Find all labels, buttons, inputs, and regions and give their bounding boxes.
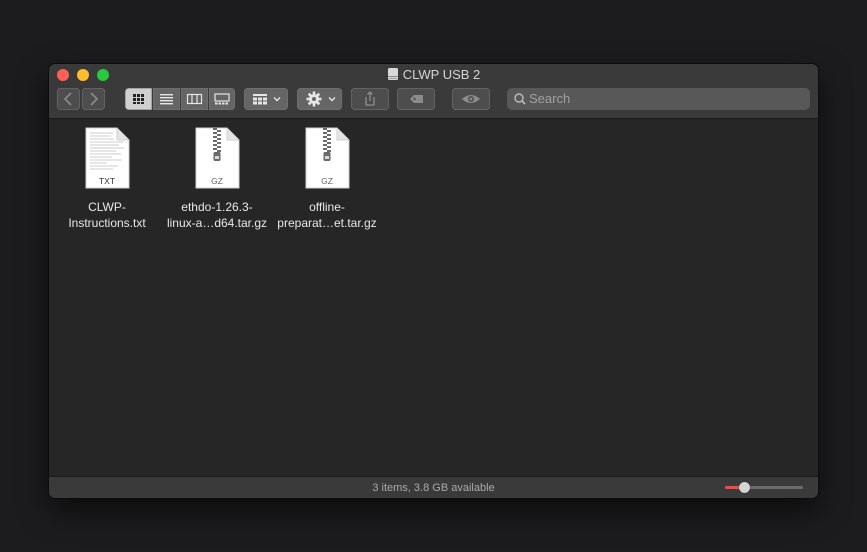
column-view-button[interactable]: [181, 88, 208, 110]
action-button[interactable]: [297, 88, 342, 110]
column-view-icon: [186, 93, 203, 105]
search-field[interactable]: Search: [507, 88, 810, 110]
share-icon: [365, 91, 375, 106]
forward-icon: [90, 92, 99, 106]
file-name: ethdo-1.26.3- linux-a…d64.tar.gz: [166, 200, 268, 230]
group-by-button[interactable]: [244, 88, 288, 110]
quick-look-button[interactable]: [452, 88, 490, 110]
window-title-text: CLWP USB 2: [402, 67, 481, 82]
gallery-view-button[interactable]: [209, 88, 235, 110]
finder-window: CLWP USB 2 Search TXT CLWP- Instructions…: [49, 64, 818, 498]
tag-icon: [410, 95, 423, 103]
file-type-label: TXT: [99, 176, 115, 186]
file-name: CLWP- Instructions.txt: [68, 200, 146, 230]
back-icon: [63, 92, 72, 106]
file-item[interactable]: TXT CLWP- Instructions.txt: [51, 127, 163, 231]
window-title: CLWP USB 2: [49, 67, 818, 83]
search-placeholder: Search: [529, 91, 571, 106]
forward-button[interactable]: [82, 88, 105, 110]
chevron-down-icon: [273, 97, 281, 102]
eye-icon: [462, 95, 480, 103]
group-by-icon: [253, 94, 281, 105]
slider-knob[interactable]: [739, 482, 750, 493]
file-browser-area: TXT CLWP- Instructions.txt GZ ethdo-1.26…: [49, 119, 818, 476]
file-item[interactable]: GZ ethdo-1.26.3- linux-a…d64.tar.gz: [161, 127, 273, 231]
status-text: 3 items, 3.8 GB available: [372, 482, 495, 494]
titlebar: CLWP USB 2 Search: [49, 64, 818, 119]
file-name: offline- preparat…et.tar.gz: [277, 200, 377, 230]
gear-icon: [306, 91, 336, 107]
search-icon: [514, 93, 526, 105]
tags-button[interactable]: [397, 88, 435, 110]
archive-document-icon: GZ: [305, 127, 350, 189]
status-bar: 3 items, 3.8 GB available: [49, 476, 818, 498]
list-view-button[interactable]: [153, 88, 180, 110]
icon-view-icon: [133, 94, 144, 104]
list-view-icon: [160, 94, 173, 105]
text-document-icon: TXT: [85, 127, 130, 189]
icon-size-slider[interactable]: [725, 482, 803, 493]
usb-drive-icon: [387, 68, 398, 80]
back-button[interactable]: [57, 88, 80, 110]
archive-document-icon: GZ: [195, 127, 240, 189]
gallery-view-icon: [214, 93, 230, 105]
file-item[interactable]: GZ offline- preparat…et.tar.gz: [271, 127, 383, 231]
icon-view-button[interactable]: [125, 88, 152, 110]
share-button[interactable]: [351, 88, 389, 110]
file-type-label: GZ: [211, 176, 223, 186]
file-type-label: GZ: [321, 176, 333, 186]
